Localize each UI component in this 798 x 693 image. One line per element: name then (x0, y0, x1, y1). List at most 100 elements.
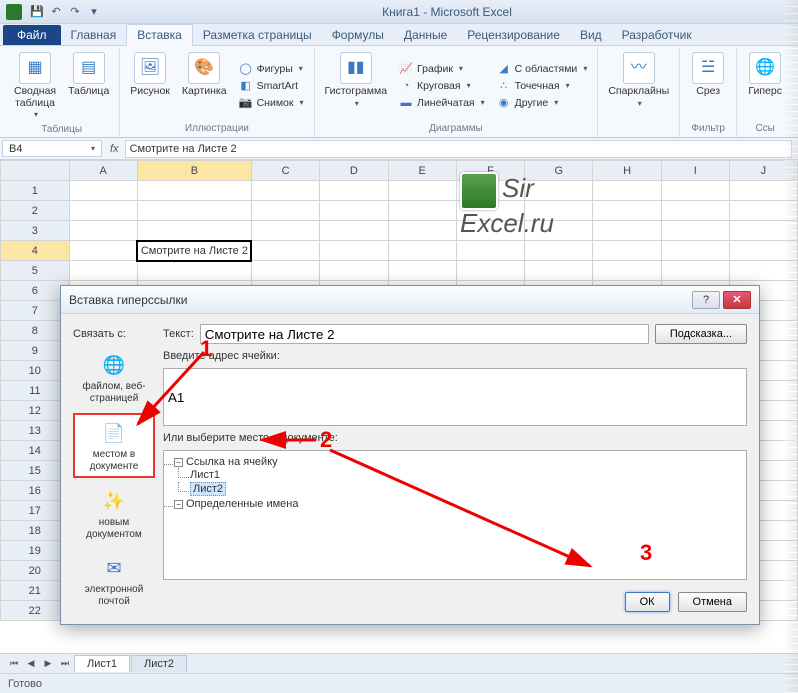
cell[interactable] (320, 201, 388, 221)
slicer-button[interactable]: ☱ Срез (686, 50, 730, 121)
row-header[interactable]: 2 (1, 201, 70, 221)
row-header[interactable]: 16 (1, 481, 70, 501)
cell[interactable] (388, 261, 456, 281)
cell-address-input[interactable] (163, 368, 747, 426)
tab-developer[interactable]: Разработчик (612, 25, 702, 45)
cell[interactable] (251, 261, 319, 281)
tab-data[interactable]: Данные (394, 25, 457, 45)
column-header[interactable]: C (251, 161, 319, 181)
tree-sheet1[interactable]: Лист1 (190, 468, 740, 482)
other-charts-button[interactable]: ◉Другие▾ (493, 95, 592, 111)
hyperlink-button[interactable]: 🌐 Гиперс (743, 50, 787, 121)
picture-button[interactable]: 🖼 Рисунок (126, 50, 174, 121)
row-header[interactable]: 9 (1, 341, 70, 361)
clipart-button[interactable]: 🎨 Картинка (178, 50, 231, 121)
screentip-button[interactable]: Подсказка... (655, 324, 747, 344)
cell[interactable] (729, 201, 797, 221)
row-header[interactable]: 7 (1, 301, 70, 321)
cell[interactable] (729, 221, 797, 241)
cell[interactable] (388, 241, 456, 261)
cell[interactable] (661, 241, 729, 261)
area-chart-button[interactable]: ◢С областями▾ (493, 61, 592, 77)
sheet-nav-prev[interactable]: ◀ (23, 656, 39, 672)
undo-icon[interactable]: ↶ (48, 4, 64, 20)
column-header[interactable]: I (661, 161, 729, 181)
row-header[interactable]: 18 (1, 521, 70, 541)
sheet-nav-next[interactable]: ▶ (40, 656, 56, 672)
nav-file-web[interactable]: 🌐 файлом, веб-страницей (73, 346, 155, 409)
row-header[interactable]: 8 (1, 321, 70, 341)
cell[interactable] (69, 181, 137, 201)
cell[interactable] (525, 201, 593, 221)
cell[interactable] (729, 241, 797, 261)
sparklines-button[interactable]: 〰 Спарклайны ▾ (604, 50, 673, 121)
cell[interactable] (729, 181, 797, 201)
cell[interactable] (661, 201, 729, 221)
cell[interactable] (456, 221, 524, 241)
pie-chart-button[interactable]: ◔Круговая▾ (395, 78, 489, 94)
cell[interactable] (251, 221, 319, 241)
tree-root[interactable]: −Ссылка на ячейку Лист1 Лист2 (174, 455, 740, 497)
row-header[interactable]: 21 (1, 581, 70, 601)
cell[interactable] (320, 221, 388, 241)
row-header[interactable]: 12 (1, 401, 70, 421)
cell[interactable] (137, 201, 251, 221)
cell[interactable] (525, 241, 593, 261)
cell[interactable] (661, 261, 729, 281)
bar-chart-button[interactable]: ▬Линейчатая▾ (395, 95, 489, 111)
cell[interactable] (661, 221, 729, 241)
cell[interactable] (661, 181, 729, 201)
cell[interactable] (69, 201, 137, 221)
tab-review[interactable]: Рецензирование (457, 25, 570, 45)
column-header[interactable]: E (388, 161, 456, 181)
cell[interactable] (320, 181, 388, 201)
cell[interactable] (456, 261, 524, 281)
nav-new-doc[interactable]: ✨ новым документом (73, 482, 155, 545)
nav-email[interactable]: ✉ электронной почтой (73, 549, 155, 612)
cell[interactable] (251, 201, 319, 221)
column-header[interactable]: G (525, 161, 593, 181)
shapes-button[interactable]: ◯Фигуры▾ (235, 61, 308, 77)
tab-file[interactable]: Файл (3, 25, 61, 45)
column-header[interactable]: A (69, 161, 137, 181)
tab-home[interactable]: Главная (61, 25, 127, 45)
cell[interactable] (456, 241, 524, 261)
row-header[interactable]: 17 (1, 501, 70, 521)
save-icon[interactable]: 💾 (29, 4, 45, 20)
scatter-chart-button[interactable]: ∴Точечная▾ (493, 78, 592, 94)
cell[interactable] (593, 201, 661, 221)
cell[interactable] (251, 241, 319, 261)
row-header[interactable]: 4 (1, 241, 70, 261)
tab-page-layout[interactable]: Разметка страницы (193, 25, 322, 45)
qat-dropdown-icon[interactable]: ▾ (86, 4, 102, 20)
cell[interactable] (388, 181, 456, 201)
cell[interactable] (456, 201, 524, 221)
sheet-nav-last[interactable]: ⏭ (57, 656, 73, 672)
cell[interactable] (729, 261, 797, 281)
sheet-nav-first[interactable]: ⏮ (6, 656, 22, 672)
cell[interactable] (525, 181, 593, 201)
dialog-close-button[interactable]: ✕ (723, 291, 751, 309)
tab-formulas[interactable]: Формулы (322, 25, 394, 45)
pivot-table-button[interactable]: ▦ Сводная таблица ▾ (10, 50, 60, 122)
cell[interactable] (525, 261, 593, 281)
row-header[interactable]: 14 (1, 441, 70, 461)
dialog-help-button[interactable]: ? (692, 291, 720, 309)
redo-icon[interactable]: ↷ (67, 4, 83, 20)
cell[interactable] (456, 181, 524, 201)
tree-sheet2[interactable]: Лист2 (190, 482, 740, 496)
line-chart-button[interactable]: 📈График▾ (395, 61, 489, 77)
cell[interactable] (69, 221, 137, 241)
row-header[interactable]: 22 (1, 601, 70, 621)
row-header[interactable]: 1 (1, 181, 70, 201)
cell[interactable] (137, 221, 251, 241)
row-header[interactable]: 19 (1, 541, 70, 561)
column-header[interactable]: H (593, 161, 661, 181)
cell[interactable] (320, 261, 388, 281)
row-header[interactable]: 11 (1, 381, 70, 401)
cell[interactable] (593, 221, 661, 241)
column-header[interactable]: F (456, 161, 524, 181)
display-text-input[interactable] (200, 324, 649, 344)
row-header[interactable]: 13 (1, 421, 70, 441)
cell[interactable] (593, 261, 661, 281)
